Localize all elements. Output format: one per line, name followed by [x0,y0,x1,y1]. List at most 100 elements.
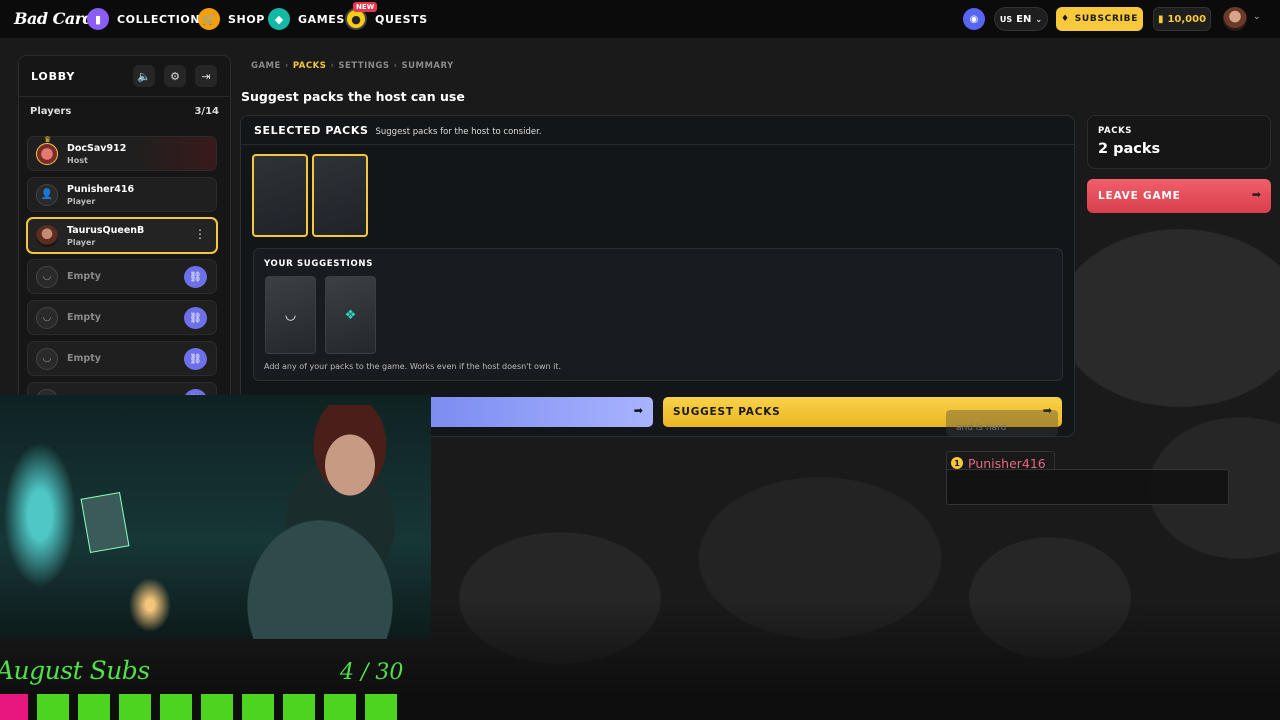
selected-packs-header: SELECTED PACKS Suggest packs for the hos… [254,124,542,137]
exit-icon: ⇥ [201,69,211,83]
user-avatar[interactable] [1223,7,1247,31]
subscribe-button[interactable]: ♦ SUBSCRIBE [1056,7,1143,31]
progress-segment [242,694,274,720]
breadcrumb-packs[interactable]: PACKS [293,61,326,71]
lobby-title: LOBBY [31,70,76,83]
sound-toggle-button[interactable]: 🔈 [133,65,155,87]
nav-shop[interactable]: 🛒 SHOP [198,7,265,31]
crown-icon: ♛ [44,134,52,144]
nav-label: SHOP [228,12,265,26]
suggestions-note: Add any of your packs to the game. Works… [264,362,562,371]
chat-message-box [946,469,1229,505]
player-role: Player [67,237,96,247]
empty-seat-icon: ◡ [36,306,58,329]
lang-region: US [999,14,1013,24]
secondary-action-button[interactable]: ➡ [431,397,653,427]
webcam-prop [80,491,130,554]
suggest-packs-label: SUGGEST PACKS [673,406,781,418]
speaker-icon: 🔈 [137,69,151,83]
suggestions-box: YOUR SUGGESTIONS ◡ ❖ Add any of your pac… [253,248,1063,381]
player-row-self[interactable]: TaurusQueenB Player ⋮ [26,217,218,254]
language-selector[interactable]: US EN ⌄ [994,7,1048,31]
settings-button[interactable]: ⚙ [164,65,186,87]
exit-lobby-button[interactable]: ⇥ [195,65,217,87]
invite-link-button[interactable]: ⛓ [184,348,207,370]
player-name: Punisher416 [67,183,135,195]
empty-label: Empty [67,353,101,364]
progress-segment [365,694,397,720]
gear-icon: ⚙ [170,69,180,83]
invite-link-button[interactable]: ⛓ [184,307,207,329]
progress-segment [283,694,315,720]
coin-balance[interactable]: ▮ 10,000 [1153,7,1211,31]
subscriber-badge-icon: 1 [951,457,963,469]
empty-slot: ◡ Empty ⛓ [27,300,217,335]
link-icon: ⛓ [189,353,202,365]
player-role: Player [67,196,96,206]
progress-segment [201,694,233,720]
invite-link-button[interactable]: ⛓ [184,266,207,288]
empty-slot: ◡ Empty ⛓ [27,259,217,294]
empty-label: Empty [67,271,101,282]
coin-icon: ▮ [1157,13,1164,25]
webcam-overlay [0,395,431,639]
subs-goal-progress [0,694,397,720]
subs-goal-count: 4 / 30 [340,660,404,685]
packs-panel: SELECTED PACKS Suggest packs for the hos… [240,115,1075,437]
subs-goal-title: August Subs [0,656,150,685]
player-name: DocSav912 [67,142,127,154]
breadcrumb-game[interactable]: GAME [251,61,281,71]
players-label: Players [30,106,72,117]
breadcrumb-summary[interactable]: SUMMARY [401,61,453,71]
lobby-panel: LOBBY 🔈 ⚙ ⇥ Players 3/14 ♛ DocSav912 Hos… [18,55,231,435]
empty-seat-icon: ◡ [36,265,58,288]
selected-packs-title: SELECTED PACKS [254,124,369,137]
packs-label: PACKS [1098,126,1132,136]
divider [19,96,230,97]
chevron-down-icon[interactable]: ⌄ [1253,12,1261,22]
progress-segment [324,694,356,720]
divider [241,144,1074,145]
suggestion-pack-card[interactable]: ❖ [325,276,376,354]
link-icon: ⛓ [189,271,202,283]
chat-ghost-message: and is hard [946,410,1058,436]
player-name: TaurusQueenB [67,224,145,236]
breadcrumb: GAME › PACKS › SETTINGS › SUMMARY [251,61,454,71]
progress-segment [37,694,69,720]
arrow-right-icon: ➡ [1251,188,1261,201]
games-icon: ◆ [268,8,290,30]
selected-pack-slot[interactable] [312,154,368,237]
nav-quests[interactable]: ● NEW QUESTS [345,2,428,31]
nav-games[interactable]: ◆ GAMES [268,7,345,31]
player-row-host[interactable]: ♛ DocSav912 Host [27,135,217,171]
subscribe-label: SUBSCRIBE [1074,14,1139,24]
progress-segment [0,694,28,720]
avatar: ♛ [36,135,58,165]
packs-value: 2 packs [1098,141,1161,157]
selected-pack-slot[interactable] [252,154,308,237]
cards-icon: ▮ [87,8,109,30]
discord-icon[interactable]: ◉ [963,8,985,30]
lang-code: EN [1016,13,1032,25]
players-count: 3/14 [194,106,219,117]
progress-segment [119,694,151,720]
suggestion-pack-card[interactable]: ◡ [265,276,316,354]
breadcrumb-settings[interactable]: SETTINGS [338,61,389,71]
coin-amount: 10,000 [1167,13,1207,25]
selected-packs-subtitle: Suggest packs for the host to consider. [375,127,542,137]
cart-icon: 🛒 [198,8,220,30]
nav-label: COLLECTION [117,12,201,26]
player-row[interactable]: 👤 Punisher416 Player [27,177,217,212]
packs-summary-card: PACKS 2 packs [1087,115,1271,169]
top-navigation: Bad Cards ▮ COLLECTION 🛒 SHOP ◆ GAMES ● … [0,0,1280,38]
leave-game-button[interactable]: LEAVE GAME ➡ [1087,179,1271,213]
chevron-down-icon: ⌄ [1035,14,1043,24]
leave-game-label: LEAVE GAME [1098,190,1181,202]
avatar [36,224,58,247]
smile-icon: ◡ [284,307,297,323]
more-options-icon[interactable]: ⋮ [194,227,206,241]
new-badge: NEW [353,2,378,12]
nav-collection[interactable]: ▮ COLLECTION [87,7,200,31]
nav-label: GAMES [298,12,345,26]
nav-label: QUESTS [375,12,428,26]
